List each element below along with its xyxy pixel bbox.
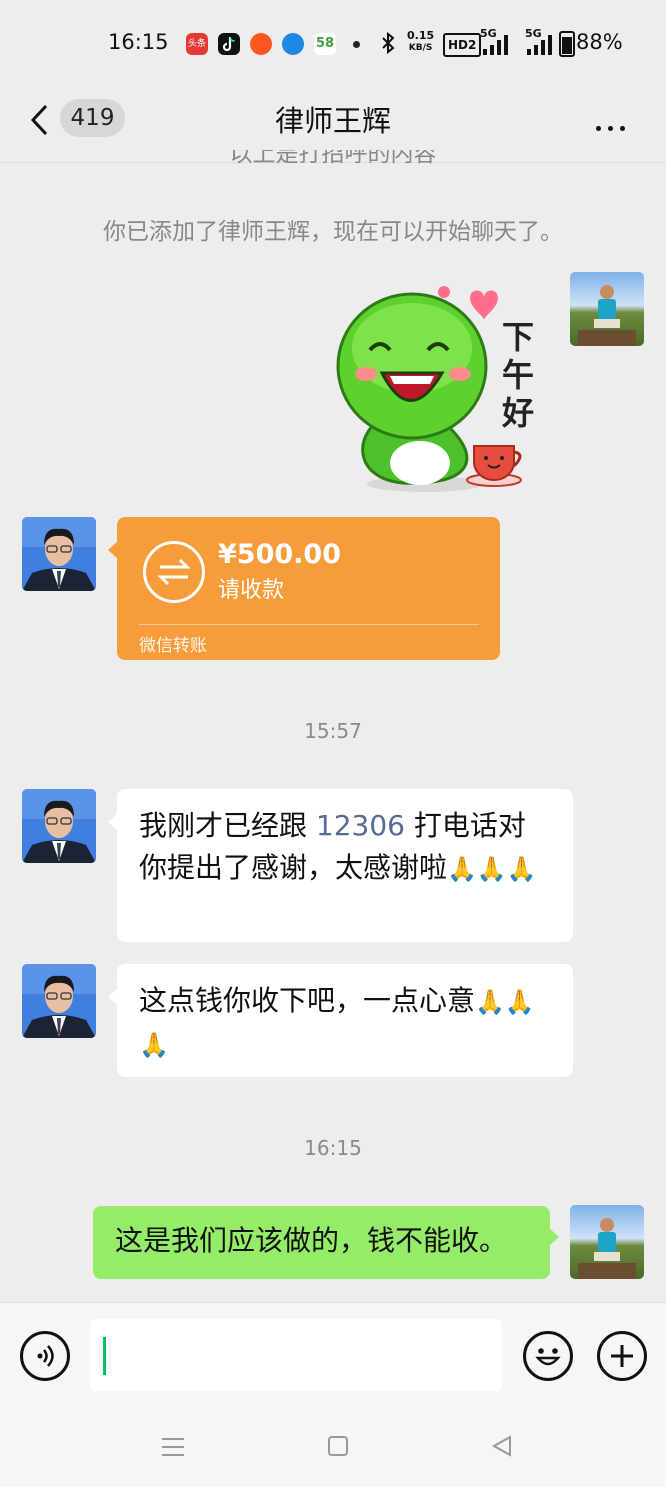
clap-emoji: 🙏 (447, 855, 477, 883)
58-icon: 58 (314, 33, 336, 55)
sticker-good-afternoon[interactable]: 下午好 (330, 278, 550, 494)
system-message: 你已添加了律师王辉，现在可以开始聊天了。 (103, 219, 563, 245)
phone-number-link[interactable]: 12306 (316, 809, 405, 842)
contact-avatar[interactable] (22, 789, 96, 863)
message-text: 我刚才已经跟 (139, 809, 316, 842)
my-message-bubble[interactable]: 这是我们应该做的，钱不能收。 (93, 1206, 559, 1279)
clap-emoji: 🙏 (476, 855, 507, 883)
bluetooth-icon (380, 31, 396, 59)
transfer-label: 请收款 (218, 578, 285, 603)
message-text: 这点钱你收下吧，一点心意 (139, 984, 476, 1017)
status-bar: 16:15 头条 58 0.15 KB/S HD2 5G 5G 88% (0, 0, 666, 86)
douyin-icon (218, 33, 240, 55)
menu-icon[interactable] (160, 1434, 186, 1464)
clap-emoji: 🙏 (506, 855, 537, 883)
input-bar (0, 1302, 666, 1413)
voice-icon[interactable] (20, 1331, 70, 1381)
clap-emoji: 🙏 (504, 988, 535, 1016)
signal-icon-1 (481, 33, 511, 59)
battery-percent: 88% (576, 30, 623, 54)
battery-icon (559, 31, 575, 57)
hd-badge: HD2 (443, 33, 482, 57)
net-rate: 0.15 KB/S (407, 30, 434, 54)
more-icon[interactable] (596, 116, 632, 135)
back-nav-icon[interactable] (490, 1434, 514, 1462)
message-bubble[interactable]: 我刚才已经跟 12306 打电话对你提出了感谢，太感谢啦🙏🙏🙏 (108, 789, 573, 942)
contact-avatar[interactable] (22, 964, 96, 1038)
message-text: 这是我们应该做的，钱不能收。 (115, 1224, 508, 1257)
timestamp: 15:57 (304, 719, 362, 743)
blue-app-icon (282, 33, 304, 55)
contact-avatar[interactable] (22, 517, 96, 591)
text-caret (103, 1337, 106, 1375)
message-bubble[interactable]: 这点钱你收下吧，一点心意🙏🙏🙏 (108, 964, 573, 1077)
message-input[interactable] (90, 1319, 502, 1391)
signal-icon-2 (525, 33, 555, 59)
system-message-partial: 以上是打招呼的内容 (229, 150, 437, 164)
my-avatar[interactable] (570, 272, 644, 346)
transfer-divider (139, 624, 479, 625)
home-icon[interactable] (326, 1434, 350, 1462)
status-time: 16:15 (108, 30, 169, 54)
system-nav-bar (0, 1412, 666, 1487)
emoji-icon[interactable] (523, 1331, 573, 1381)
my-avatar[interactable] (570, 1205, 644, 1279)
toutiao-icon: 头条 (186, 33, 208, 55)
transfer-footer: 微信转账 (139, 636, 207, 656)
chat-title: 律师王辉 (274, 104, 391, 138)
clap-emoji: 🙏 (139, 1031, 169, 1059)
transfer-icon (143, 541, 205, 603)
clap-emoji: 🙏 (475, 988, 505, 1016)
transfer-card[interactable]: ¥500.00 请收款 微信转账 (108, 517, 500, 660)
net-rate-unit: KB/S (408, 43, 433, 53)
sticker-caption: 下午好 (502, 318, 535, 432)
plus-icon[interactable] (597, 1331, 647, 1381)
transfer-amount: ¥500.00 (218, 539, 341, 570)
timestamp: 16:15 (304, 1136, 362, 1160)
net-rate-value: 0.15 (407, 29, 435, 42)
taobao-icon (250, 33, 272, 55)
notification-dot (353, 41, 360, 48)
